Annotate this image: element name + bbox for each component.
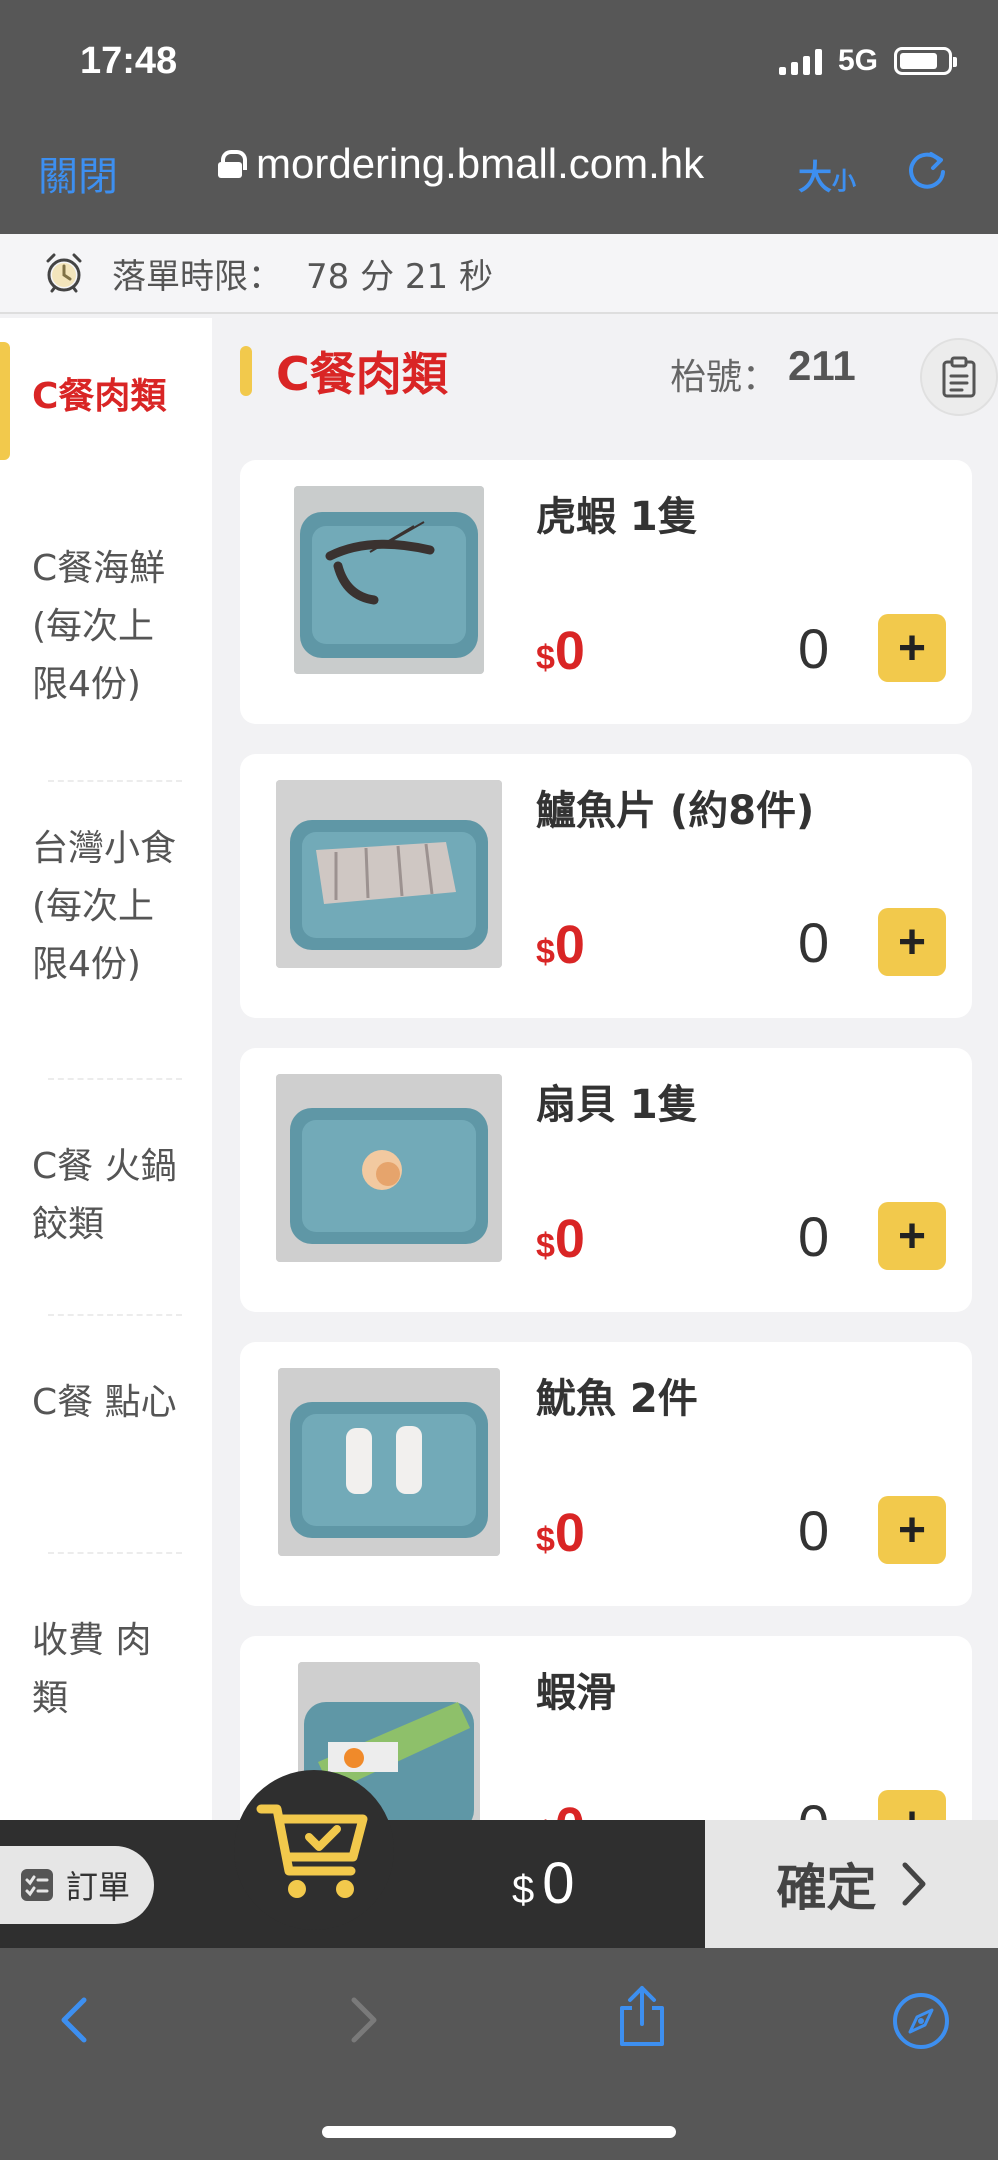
sidebar-item-label: C餐 火鍋餃類 xyxy=(32,1146,177,1245)
sidebar-item-c-meat[interactable]: C餐肉類 xyxy=(0,318,212,490)
item-name: 虎蝦 1隻 xyxy=(536,494,698,540)
item-price: $0 xyxy=(536,915,585,975)
item-quantity: 0 xyxy=(798,1792,829,1820)
sidebar-item-paid-meat[interactable]: 收費 肉類 xyxy=(0,1554,212,1754)
item-price: $0 xyxy=(536,1796,585,1820)
sidebar-item-label: C餐肉類 xyxy=(32,376,167,417)
sidebar-item-c-dimsum[interactable]: C餐 點心 xyxy=(0,1316,212,1554)
category-sidebar: C餐肉類 C餐海鮮(每次上限4份) 台灣小食(每次上限4份) C餐 火鍋餃類 C… xyxy=(0,318,212,1820)
text-size-small: 小 xyxy=(832,167,856,195)
order-label: 訂單 xyxy=(66,1868,131,1906)
item-quantity: 0 xyxy=(798,1499,830,1562)
item-price: $0 xyxy=(536,1503,585,1563)
item-image xyxy=(276,1074,502,1262)
sidebar-item-label: C餐 點心 xyxy=(32,1382,177,1423)
deadline-label: 落單時限： xyxy=(112,256,282,297)
cart-icon xyxy=(256,1804,368,1898)
menu-item-card: 虎蝦 1隻 $0 0 + xyxy=(240,460,972,724)
menu-item-card: 鱸魚片 (約8件) $0 0 + xyxy=(240,754,972,1018)
add-button[interactable]: + xyxy=(878,1202,946,1270)
home-indicator xyxy=(322,2126,676,2138)
back-icon[interactable] xyxy=(46,1990,106,2050)
battery-icon xyxy=(894,47,957,75)
url-row: 關閉 mordering.bmall.com.hk 大小 xyxy=(0,140,998,200)
deadline-value: 78 分 21 秒 xyxy=(306,256,493,297)
close-button[interactable]: 關閉 xyxy=(38,144,118,202)
sidebar-item-label: 台灣小食(每次上限4份) xyxy=(32,828,177,985)
item-quantity: 0 xyxy=(798,617,830,680)
alarm-clock-icon xyxy=(46,253,82,293)
app-root: 17:48 5G 關閉 mordering.bmall.com.hk 大小 落單… xyxy=(0,0,998,2160)
text-size-big: 大 xyxy=(798,158,832,198)
signal-icon xyxy=(778,47,822,75)
order-deadline-bar: 落單時限： 78 分 21 秒 xyxy=(0,234,998,314)
item-price: $0 xyxy=(536,621,585,681)
network-type: 5G xyxy=(837,44,878,77)
order-list-button[interactable] xyxy=(920,338,998,416)
item-image xyxy=(294,486,484,674)
item-name: 魷魚 2件 xyxy=(536,1376,698,1422)
text-size-button[interactable]: 大小 xyxy=(798,150,856,199)
item-image xyxy=(276,780,502,968)
category-marker xyxy=(240,346,252,396)
browser-top-bar: 17:48 5G 關閉 mordering.bmall.com.hk 大小 xyxy=(0,0,998,234)
cart-bar: 訂單 $0 確定 xyxy=(0,1770,998,1948)
item-name: 扇貝 1隻 xyxy=(536,1082,698,1128)
item-name: 蝦滑 xyxy=(536,1670,616,1716)
forward-icon[interactable] xyxy=(332,1990,392,2050)
menu-item-card: 魷魚 2件 $0 0 + xyxy=(240,1342,972,1606)
menu-item-card: 扇貝 1隻 $0 0 + xyxy=(240,1048,972,1312)
menu-content: C餐肉類 枱號： 211 虎蝦 1隻 $0 0 + 鱸魚片 (約8件) $0 0… xyxy=(212,318,998,1820)
item-image xyxy=(278,1368,500,1556)
add-button[interactable]: + xyxy=(878,1790,946,1820)
reload-icon[interactable] xyxy=(905,148,949,192)
confirm-button[interactable]: 確定 xyxy=(705,1820,998,1948)
chevron-right-icon xyxy=(902,1862,925,1906)
checklist-icon xyxy=(21,1869,53,1901)
sidebar-item-label: 收費 肉類 xyxy=(32,1620,152,1719)
item-name: 鱸魚片 (約8件) xyxy=(536,788,815,834)
item-price: $0 xyxy=(536,1209,585,1269)
sidebar-item-c-seafood[interactable]: C餐海鮮(每次上限4份) xyxy=(0,490,212,782)
category-header: C餐肉類 枱號： 211 xyxy=(240,338,998,416)
category-title: C餐肉類 xyxy=(276,347,448,401)
add-button[interactable]: + xyxy=(878,614,946,682)
lock-icon xyxy=(218,150,247,178)
table-label: 枱號： xyxy=(670,357,779,398)
browser-bottom-toolbar xyxy=(0,1948,998,2160)
add-button[interactable]: + xyxy=(878,1496,946,1564)
sidebar-item-taiwan-snacks[interactable]: 台灣小食(每次上限4份) xyxy=(0,782,212,1080)
share-icon[interactable] xyxy=(610,1982,674,2050)
status-indicators: 5G xyxy=(778,44,957,78)
clipboard-icon xyxy=(942,356,976,398)
add-button[interactable]: + xyxy=(878,908,946,976)
table-number: 211 xyxy=(788,342,856,389)
order-button[interactable]: 訂單 xyxy=(0,1846,154,1924)
item-quantity: 0 xyxy=(798,911,830,974)
confirm-label: 確定 xyxy=(776,1859,877,1917)
cart-button[interactable] xyxy=(234,1770,394,1930)
status-time: 17:48 xyxy=(80,40,178,82)
item-quantity: 0 xyxy=(798,1205,830,1268)
url-text: mordering.bmall.com.hk xyxy=(256,140,705,187)
sidebar-item-c-dumplings[interactable]: C餐 火鍋餃類 xyxy=(0,1080,212,1316)
cart-total: $0 xyxy=(512,1851,575,1916)
compass-icon[interactable] xyxy=(890,1990,952,2052)
sidebar-item-label: C餐海鮮(每次上限4份) xyxy=(32,548,166,705)
address-bar[interactable]: mordering.bmall.com.hk xyxy=(218,140,704,188)
